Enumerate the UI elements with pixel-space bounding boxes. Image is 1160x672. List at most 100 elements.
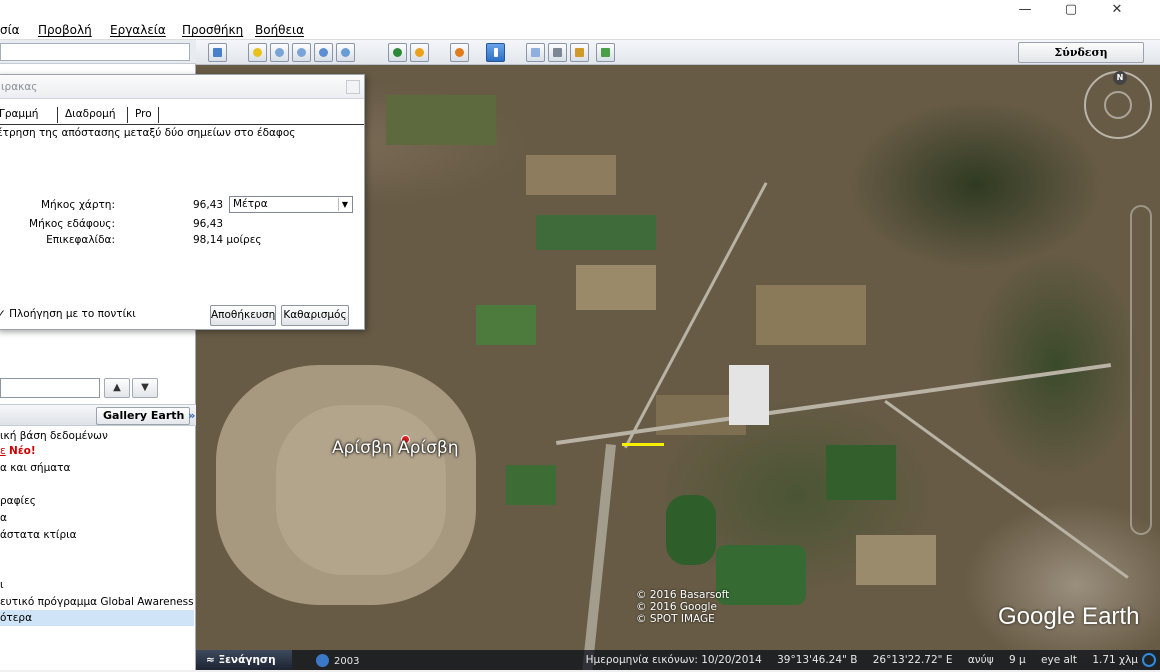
status-bar: ≈ Ξενάγηση 2003 Ημερομηνία εικόνων: 10/2…	[196, 650, 1160, 670]
tab-path[interactable]: Διαδρομή	[65, 105, 116, 123]
historical-imagery-icon[interactable]	[388, 43, 407, 62]
gallery-earth-button[interactable]: Gallery Earth »	[96, 407, 195, 425]
coordinates-readout: Ημερομηνία εικόνων: 10/20/2014 39°13'46.…	[574, 650, 1138, 670]
look-joystick-icon[interactable]	[1104, 91, 1132, 119]
map-field	[576, 265, 656, 310]
layer-item[interactable]	[0, 543, 194, 559]
imagery-date: Ημερομηνία εικόνων: 10/20/2014	[585, 654, 762, 666]
menu-view[interactable]: Προβολή	[38, 23, 92, 37]
map-road	[556, 363, 1112, 445]
layer-item[interactable]: ραφίες	[0, 493, 194, 509]
layers-header: Gallery Earth »	[0, 404, 196, 426]
menu-tools[interactable]: Εργαλεία	[110, 23, 166, 37]
ground-length-label: Μήκος εδάφους:	[29, 218, 115, 230]
elevation-label: ανύψ	[967, 654, 994, 666]
layer-item[interactable]: α	[0, 510, 194, 526]
ground-length-value: 96,43	[193, 218, 224, 230]
unit-select[interactable]: Μέτρα ▼	[229, 196, 353, 213]
compass-control[interactable]: N	[1084, 71, 1152, 139]
sign-in-button[interactable]: Σύνδεση	[1018, 42, 1144, 63]
record-tour-icon[interactable]	[336, 43, 355, 62]
path-icon[interactable]	[292, 43, 311, 62]
map-town	[276, 405, 446, 575]
planets-icon[interactable]	[450, 43, 469, 62]
chevron-right-icon: »	[188, 409, 196, 422]
layer-item[interactable]: ε Νέο!	[0, 443, 194, 459]
imagery-copyright: © 2016 Basarsoft © 2016 Google © SPOT IM…	[636, 589, 730, 625]
email-icon[interactable]	[526, 43, 545, 62]
place-label: Αρίσβη Αρίσβη	[332, 438, 459, 458]
map-field	[506, 465, 556, 505]
image-overlay-icon[interactable]	[314, 43, 333, 62]
tab-separator	[57, 107, 58, 123]
map-field	[756, 285, 866, 345]
map-field	[666, 495, 716, 565]
layer-item[interactable]: ική βάση δεδομένων	[0, 428, 194, 444]
tab-separator	[127, 107, 128, 123]
eye-alt-label: eye alt	[1041, 654, 1077, 666]
sidebar-icon[interactable]	[208, 43, 227, 62]
streaming-indicator-icon	[1142, 653, 1156, 667]
map-building	[729, 365, 769, 425]
move-up-button[interactable]: ▲	[104, 378, 130, 398]
layers-search-input[interactable]	[0, 378, 100, 398]
mouse-navigation-checkbox[interactable]: ✓ Πλοήγηση με το ποντίκι	[0, 308, 136, 320]
clear-button[interactable]: Καθαρισμός	[281, 305, 349, 326]
gallery-earth-label: Gallery Earth	[103, 409, 185, 422]
layer-item-prefix: ε	[0, 445, 6, 457]
layer-item[interactable]: ι	[0, 577, 194, 593]
layer-item[interactable]: α και σήματα	[0, 460, 194, 476]
minimize-button[interactable]: —	[1002, 0, 1048, 22]
menu-file[interactable]: σία	[0, 23, 20, 37]
chevron-down-icon: ▼	[338, 198, 351, 211]
tab-separator	[158, 107, 159, 123]
save-image-icon[interactable]	[570, 43, 589, 62]
layer-item[interactable]	[0, 476, 194, 492]
clock-icon	[316, 654, 329, 667]
heading-value: 98,14 μοίρες	[193, 234, 262, 246]
history-year: 2003	[334, 656, 360, 667]
ruler-icon[interactable]	[486, 43, 505, 62]
menu-add[interactable]: Προσθήκη	[182, 23, 243, 37]
zoom-slider[interactable]	[1130, 205, 1152, 535]
close-button[interactable]: ✕	[1094, 0, 1140, 22]
map-field	[386, 95, 496, 145]
map-field	[536, 215, 656, 250]
layer-item[interactable]: άστατα κτίρια	[0, 527, 194, 543]
search-box[interactable]	[0, 43, 190, 61]
map-field	[826, 445, 896, 500]
tour-button[interactable]: ≈ Ξενάγηση	[196, 650, 292, 670]
move-down-button[interactable]: ▼	[132, 378, 158, 398]
layer-item[interactable]: ευτικό πρόγραμμα Global Awareness	[0, 594, 194, 610]
sunlight-icon[interactable]	[410, 43, 429, 62]
ruler-description: έτρηση της απόστασης μεταξύ δύο σημείων …	[0, 127, 296, 139]
maximize-button[interactable]: ▢	[1048, 0, 1094, 22]
map-length-label: Μήκος χάρτη:	[41, 199, 115, 211]
search-panel-header	[0, 40, 196, 64]
north-indicator: N	[1113, 71, 1127, 85]
ruler-dialog: ιρακας Γραμμή Διαδρομή Pro έτρηση της απ…	[0, 74, 365, 330]
tab-divider	[0, 124, 364, 125]
layer-item[interactable]	[0, 560, 194, 576]
historical-imagery-button[interactable]: 2003	[316, 652, 359, 672]
tab-pro[interactable]: Pro	[135, 105, 152, 123]
eye-alt-value: 1.71 χλμ	[1092, 654, 1138, 666]
menu-help[interactable]: Βοήθεια	[255, 23, 304, 37]
maps-icon[interactable]	[596, 43, 615, 62]
print-icon[interactable]	[548, 43, 567, 62]
ruler-close-icon[interactable]	[346, 80, 360, 94]
google-earth-logo: Google Earth	[998, 603, 1140, 630]
placemark-icon[interactable]	[248, 43, 267, 62]
save-button[interactable]: Αποθήκευση	[210, 305, 276, 326]
longitude: 26°13'22.72" E	[872, 654, 953, 666]
menu-bar: σία Προβολή Εργαλεία Προσθήκη Βοήθεια	[0, 22, 1160, 40]
layer-item-selected[interactable]: ότερα	[0, 610, 194, 626]
latitude: 39°13'46.24" B	[777, 654, 858, 666]
map-field	[476, 305, 536, 345]
map-length-value: 96,43	[193, 199, 224, 211]
unit-select-value: Μέτρα	[233, 198, 268, 210]
checkbox-check-icon: ✓	[0, 308, 6, 320]
map-riverbed	[582, 443, 616, 670]
tab-line[interactable]: Γραμμή	[0, 105, 38, 123]
polygon-icon[interactable]	[270, 43, 289, 62]
